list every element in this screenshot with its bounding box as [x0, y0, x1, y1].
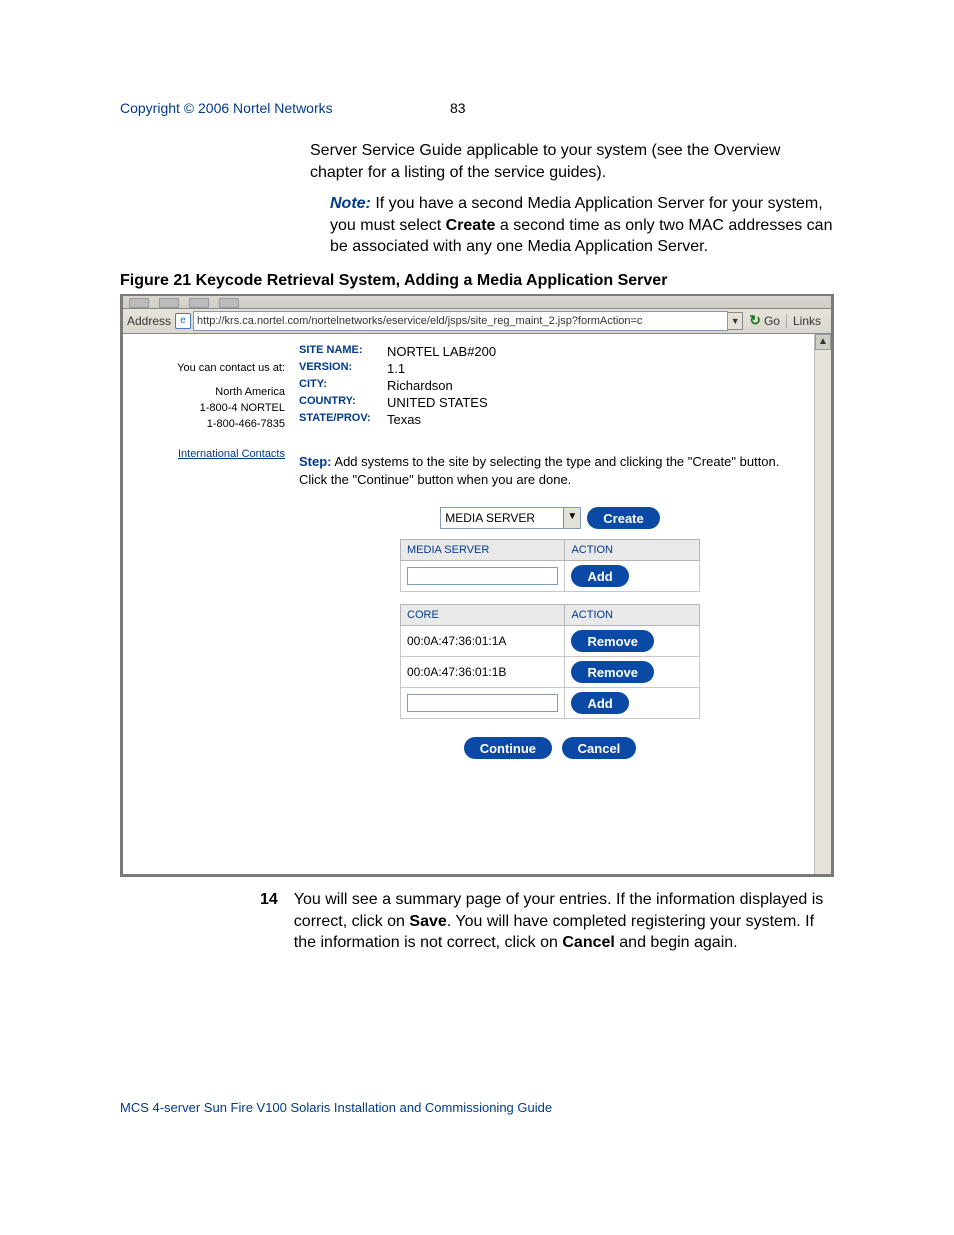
- step-14: 14 You will see a summary page of your e…: [260, 889, 834, 954]
- city-val: Richardson: [387, 378, 453, 393]
- contact-phone-1: 1-800-4 NORTEL: [131, 402, 285, 414]
- page-number: 83: [450, 100, 466, 116]
- contact-sidebar: You can contact us at: North America 1-8…: [123, 334, 293, 874]
- note-paragraph: Note: If you have a second Media Applica…: [330, 193, 834, 258]
- step-14-bold-2: Cancel: [562, 934, 614, 951]
- figure-caption: Figure 21 Keycode Retrieval System, Addi…: [120, 272, 834, 290]
- intro-paragraph: Server Service Guide applicable to your …: [310, 140, 834, 183]
- cancel-button[interactable]: Cancel: [562, 737, 637, 759]
- core-table: CORE ACTION 00:0A:47:36:01:1A Remove 00:…: [400, 604, 700, 719]
- media-action-header: ACTION: [565, 540, 700, 561]
- address-label: Address: [127, 314, 171, 328]
- remove-button[interactable]: Remove: [571, 661, 654, 683]
- table-row: 00:0A:47:36:01:1A Remove: [401, 626, 700, 657]
- go-button[interactable]: ↻ Go: [749, 312, 780, 329]
- step-14-text-3: and begin again.: [615, 934, 738, 951]
- note-label: Note:: [330, 195, 371, 212]
- vertical-scrollbar[interactable]: ▲: [814, 334, 831, 874]
- country-val: UNITED STATES: [387, 395, 488, 410]
- international-contacts-link[interactable]: International Contacts: [178, 448, 285, 460]
- core-mac-2: 00:0A:47:36:01:1B: [401, 657, 565, 688]
- contact-region: North America: [131, 386, 285, 398]
- version-val: 1.1: [387, 361, 405, 376]
- footer-title: MCS 4-server Sun Fire V100 Solaris Insta…: [120, 1100, 552, 1115]
- country-key: COUNTRY:: [299, 395, 387, 410]
- contact-phone-2: 1-800-466-7835: [131, 418, 285, 430]
- step-instruction: Step: Add systems to the site by selecti…: [299, 453, 801, 489]
- scroll-up-icon[interactable]: ▲: [815, 334, 831, 350]
- create-button[interactable]: Create: [587, 507, 659, 529]
- state-val: Texas: [387, 412, 421, 427]
- table-row: Add: [401, 688, 700, 719]
- chevron-down-icon: ▼: [563, 508, 580, 528]
- table-row: Add: [401, 561, 700, 592]
- contact-heading: You can contact us at:: [131, 362, 285, 374]
- step-label: Step:: [299, 454, 332, 469]
- page-header: Copyright © 2006 Nortel Networks 83: [120, 100, 834, 116]
- step-text: Add systems to the site by selecting the…: [299, 454, 779, 487]
- url-text: http://krs.ca.nortel.com/nortelnetworks/…: [197, 312, 642, 330]
- step-14-bold-1: Save: [409, 913, 446, 930]
- browser-viewport: ▲ You can contact us at: North America 1…: [123, 334, 831, 874]
- system-type-value: MEDIA SERVER: [445, 511, 535, 525]
- core-col-header: CORE: [401, 605, 565, 626]
- media-server-input[interactable]: [407, 567, 558, 585]
- copyright-text: Copyright © 2006 Nortel Networks: [120, 100, 333, 116]
- media-server-table: MEDIA SERVER ACTION Add: [400, 539, 700, 592]
- main-panel: SITE NAME:NORTEL LAB#200 VERSION:1.1 CIT…: [293, 334, 831, 874]
- table-row: 00:0A:47:36:01:1B Remove: [401, 657, 700, 688]
- add-button[interactable]: Add: [571, 565, 628, 587]
- core-action-header: ACTION: [565, 605, 700, 626]
- continue-button[interactable]: Continue: [464, 737, 552, 759]
- browser-toolbar: [123, 296, 831, 309]
- site-name-val: NORTEL LAB#200: [387, 344, 496, 359]
- ie-icon: e: [175, 313, 191, 329]
- core-mac-1: 00:0A:47:36:01:1A: [401, 626, 565, 657]
- version-key: VERSION:: [299, 361, 387, 376]
- media-col-header: MEDIA SERVER: [401, 540, 565, 561]
- url-field[interactable]: http://krs.ca.nortel.com/nortelnetworks/…: [193, 311, 728, 331]
- remove-button[interactable]: Remove: [571, 630, 654, 652]
- url-dropdown-icon[interactable]: ▼: [728, 312, 743, 330]
- go-arrow-icon: ↻: [749, 312, 761, 329]
- go-label: Go: [764, 314, 780, 328]
- note-bold: Create: [446, 217, 496, 234]
- links-button[interactable]: Links: [786, 314, 827, 328]
- address-bar: Address e http://krs.ca.nortel.com/norte…: [123, 309, 831, 334]
- screenshot-frame: Address e http://krs.ca.nortel.com/norte…: [120, 294, 834, 877]
- core-mac-input[interactable]: [407, 694, 558, 712]
- city-key: CITY:: [299, 378, 387, 393]
- step-14-number: 14: [260, 889, 294, 954]
- site-name-key: SITE NAME:: [299, 344, 387, 359]
- add-button[interactable]: Add: [571, 692, 628, 714]
- system-type-select[interactable]: MEDIA SERVER ▼: [440, 507, 581, 529]
- state-key: STATE/PROV:: [299, 412, 387, 427]
